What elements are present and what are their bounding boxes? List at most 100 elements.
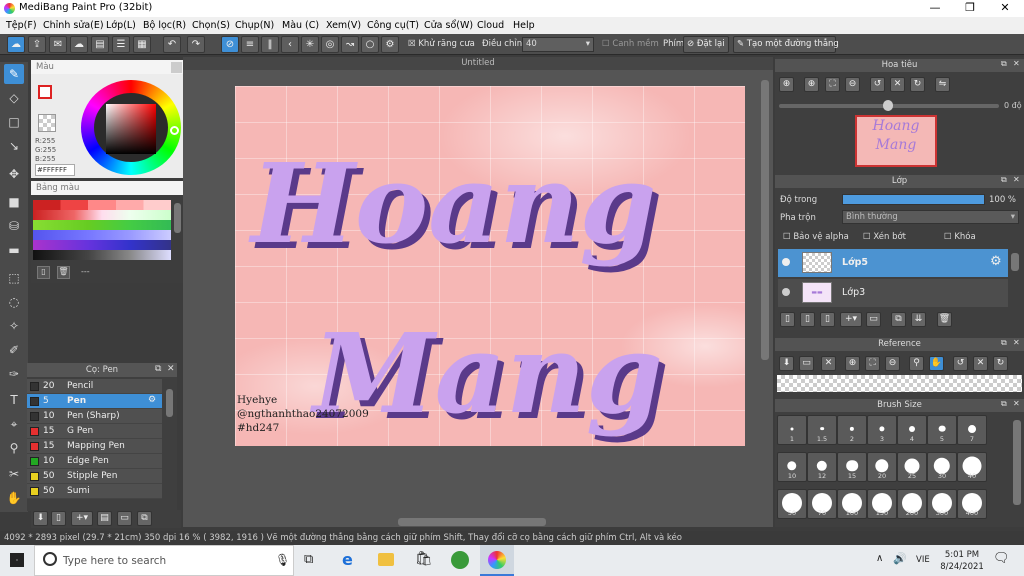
fit-icon[interactable]: ⛶ bbox=[865, 356, 880, 371]
select-eraser-tool-icon[interactable]: ✑ bbox=[4, 364, 24, 384]
zoom-out-icon[interactable]: ⊖ bbox=[885, 356, 900, 371]
gear-icon[interactable]: ⚙ bbox=[990, 254, 1002, 269]
duplicate-icon[interactable]: ⧉ bbox=[891, 312, 906, 327]
undo-icon[interactable]: ↶ bbox=[163, 36, 181, 53]
move-tool-icon[interactable]: ✥ bbox=[4, 164, 24, 184]
undock-icon[interactable]: ⧉ bbox=[1001, 59, 1007, 69]
hex-input[interactable]: #FFFFFF bbox=[35, 164, 75, 176]
curve-snap-icon[interactable]: ↝ bbox=[341, 36, 359, 53]
collapse-icon[interactable] bbox=[171, 62, 182, 73]
ellipse-snap-icon[interactable]: ○ bbox=[361, 36, 379, 53]
undock-icon[interactable]: ⧉ bbox=[1001, 175, 1007, 185]
canvas-vscroll[interactable] bbox=[761, 80, 769, 360]
brush-scrollbar[interactable] bbox=[166, 389, 173, 417]
undock-icon[interactable]: ⧉ bbox=[1001, 399, 1007, 409]
brush-size-cell[interactable]: 1 bbox=[777, 415, 807, 445]
comment-icon[interactable]: ✉ bbox=[49, 36, 67, 53]
minimize-button[interactable]: — bbox=[918, 0, 952, 17]
brush-size-cell[interactable]: 50 bbox=[777, 489, 807, 519]
duplicate-icon[interactable]: ⧉ bbox=[137, 511, 152, 526]
medibang-taskbar-button[interactable] bbox=[480, 545, 514, 576]
layer-scrollbar[interactable] bbox=[1011, 253, 1019, 271]
cross-snap-icon[interactable]: ‖ bbox=[261, 36, 279, 53]
brush-size-cell[interactable]: 2 bbox=[837, 415, 867, 445]
language-indicator[interactable]: VIE bbox=[916, 555, 930, 565]
task-view-icon[interactable]: ⧉ bbox=[304, 552, 313, 567]
clip-checkbox[interactable]: ☐ Xén bớt bbox=[863, 232, 906, 242]
protect-alpha-checkbox[interactable]: ☐ Bảo vệ alpha bbox=[783, 232, 849, 242]
maximize-button[interactable]: ❐ bbox=[953, 0, 987, 17]
menu-snap[interactable]: Chụp(N) bbox=[235, 20, 274, 31]
menu-filter[interactable]: Bộ lọc(R) bbox=[143, 20, 186, 31]
brush-size-cell[interactable]: 1.5 bbox=[807, 415, 837, 445]
menu-window[interactable]: Cửa sổ(W) bbox=[424, 20, 473, 31]
dot-tool-icon[interactable]: □ bbox=[4, 112, 24, 132]
no-snap-icon[interactable]: ⊘ bbox=[221, 36, 239, 53]
edge-browser-icon[interactable]: e bbox=[342, 550, 353, 569]
flip-icon[interactable]: ⇋ bbox=[935, 77, 950, 92]
close-panel-icon[interactable]: ✕ bbox=[1013, 175, 1020, 184]
brush-item-sumi[interactable]: 50 Sumi bbox=[27, 484, 162, 499]
select-pen-tool-icon[interactable]: ✐ bbox=[4, 340, 24, 360]
menu-layer[interactable]: Lớp(L) bbox=[106, 20, 136, 31]
eyedropper-tool-icon[interactable]: ⚲ bbox=[4, 438, 24, 458]
zoom-in-small-icon[interactable]: ⊕ bbox=[804, 77, 819, 92]
palette-swatches[interactable] bbox=[33, 200, 171, 262]
drawing-canvas[interactable]: Hoang Hoang Mang Mang Hyehye @ngthanhtha… bbox=[235, 86, 745, 446]
brush-settings-icon[interactable]: ▤ bbox=[97, 511, 112, 526]
reset-button[interactable]: ⊘ Đặt lại bbox=[683, 36, 729, 53]
lock-checkbox[interactable]: ☐ Khóa bbox=[944, 232, 976, 242]
brush-size-cell[interactable]: 100 bbox=[837, 489, 867, 519]
cloud-download-icon[interactable]: ⬇ bbox=[33, 511, 48, 526]
new-8bit-layer-icon[interactable]: ▯ bbox=[820, 312, 835, 327]
hand-icon[interactable]: ✋ bbox=[929, 356, 944, 371]
new-palette-icon[interactable]: ▯ bbox=[37, 266, 50, 279]
brush-size-cell[interactable]: 7 bbox=[957, 415, 987, 445]
notification-icon[interactable]: 🗨 bbox=[993, 551, 1010, 566]
palette-scrollbar[interactable] bbox=[174, 203, 181, 233]
lasso-tool-icon[interactable]: ◌ bbox=[4, 292, 24, 312]
transparent-swatch[interactable] bbox=[38, 114, 56, 132]
cloud-icon[interactable]: ☁ bbox=[7, 36, 25, 53]
brush-tool-icon[interactable]: ✎ bbox=[4, 64, 24, 84]
menu-color[interactable]: Màu (C) bbox=[282, 20, 319, 31]
adjust-select[interactable]: 40 ▾ bbox=[522, 37, 594, 52]
rotate-left-icon[interactable]: ↺ bbox=[870, 77, 885, 92]
menu-help[interactable]: Help bbox=[513, 20, 535, 31]
brush-item-pencil[interactable]: 20 Pencil bbox=[27, 379, 162, 394]
saturation-square[interactable] bbox=[106, 104, 156, 154]
close-panel-icon[interactable]: ✕ bbox=[167, 364, 175, 374]
brush-size-cell[interactable]: 40 bbox=[957, 452, 987, 482]
menu-cloud[interactable]: Cloud bbox=[477, 20, 504, 31]
new-halftone-layer-icon[interactable]: ▯ bbox=[800, 312, 815, 327]
gradation-tool-icon[interactable]: ▬ bbox=[4, 240, 24, 260]
zoom-in-icon[interactable]: ⊕ bbox=[779, 77, 794, 92]
fill-rect-tool-icon[interactable]: ■ bbox=[4, 192, 24, 212]
zoom-in-icon[interactable]: ⊕ bbox=[845, 356, 860, 371]
document-icon[interactable]: ▤ bbox=[91, 36, 109, 53]
text-tool-icon[interactable]: T bbox=[4, 390, 24, 410]
rotate-right-icon[interactable]: ↻ bbox=[910, 77, 925, 92]
undock-icon[interactable]: ⧉ bbox=[155, 364, 161, 374]
brush-size-cell[interactable]: 5 bbox=[927, 415, 957, 445]
radial-snap-icon[interactable]: ✳ bbox=[301, 36, 319, 53]
menu-view[interactable]: Xem(V) bbox=[326, 20, 361, 31]
brush-size-cell[interactable]: 150 bbox=[867, 489, 897, 519]
brush-size-cell[interactable]: 12 bbox=[807, 452, 837, 482]
zoom-out-icon[interactable]: ⊖ bbox=[845, 77, 860, 92]
antialias-checkbox[interactable]: ☒ Khử răng cưa bbox=[408, 39, 475, 49]
grid-icon[interactable]: ▦ bbox=[133, 36, 151, 53]
brush-size-cell[interactable]: 300 bbox=[927, 489, 957, 519]
brush-item-edge-pen[interactable]: 10 Edge Pen bbox=[27, 454, 162, 469]
parallel-snap-icon[interactable]: ≡ bbox=[241, 36, 259, 53]
brush-item-stipple-pen[interactable]: 50 Stipple Pen bbox=[27, 469, 162, 484]
vanish-snap-icon[interactable]: ‹ bbox=[281, 36, 299, 53]
new-brush-icon[interactable]: ▯ bbox=[51, 511, 66, 526]
chevron-up-icon[interactable]: ∧ bbox=[876, 553, 883, 564]
undock-icon[interactable]: ⧉ bbox=[1001, 338, 1007, 348]
opacity-slider[interactable] bbox=[842, 194, 985, 205]
brush-size-cell[interactable]: 25 bbox=[897, 452, 927, 482]
menu-file[interactable]: Tệp(F) bbox=[6, 20, 37, 31]
microphone-icon[interactable]: 🎙 bbox=[275, 553, 290, 567]
eraser-tool-icon[interactable]: ◇ bbox=[4, 88, 24, 108]
